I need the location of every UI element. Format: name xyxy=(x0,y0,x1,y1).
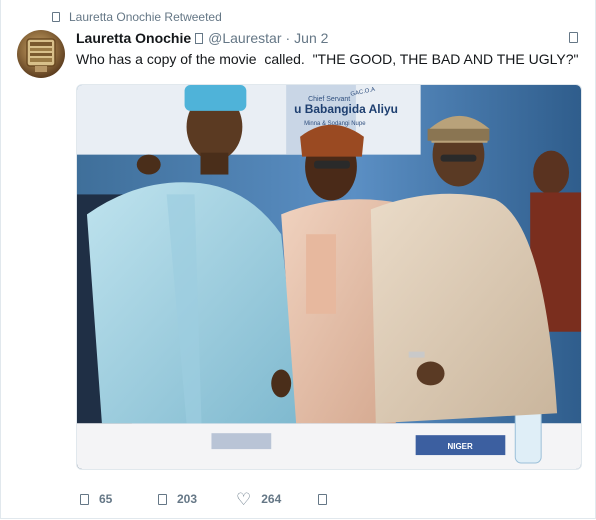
tweet-photo[interactable]: Chief Servant u Babangida Aliyu Minna & … xyxy=(76,84,582,470)
author-name[interactable]: Lauretta Onochie xyxy=(76,30,191,46)
like-button[interactable]: ♡ 264 xyxy=(236,491,318,508)
author-handle[interactable]: @Laurestar xyxy=(208,30,281,46)
reply-button[interactable]: 65 xyxy=(80,492,158,506)
verified-icon xyxy=(195,32,204,44)
retweet-icon xyxy=(52,12,60,22)
banner-text-2: u Babangida Aliyu xyxy=(294,102,398,116)
chevron-down-icon[interactable] xyxy=(569,32,578,43)
tweet-header: Lauretta Onochie @Laurestar · Jun 2 xyxy=(76,29,328,47)
reply-icon xyxy=(80,493,89,505)
message-icon xyxy=(318,493,327,505)
heart-icon: ♡ xyxy=(236,489,252,509)
retweet-context[interactable]: Lauretta Onochie Retweeted xyxy=(52,9,222,25)
direct-message-button[interactable] xyxy=(318,493,327,505)
retweet-label: Lauretta Onochie Retweeted xyxy=(69,10,222,24)
tweet-actions: 65 203 ♡ 264 xyxy=(80,490,327,508)
header-separator: · xyxy=(285,30,291,46)
retweet-icon xyxy=(158,493,167,505)
desk-sign: NIGER xyxy=(448,442,473,451)
retweet-button[interactable]: 203 xyxy=(158,492,236,506)
photo-scene: Chief Servant u Babangida Aliyu Minna & … xyxy=(77,85,581,469)
tweet-card[interactable]: Lauretta Onochie Retweeted Lauretta Onoc… xyxy=(0,0,596,519)
tweet-date[interactable]: Jun 2 xyxy=(294,30,328,46)
reply-count: 65 xyxy=(99,492,113,506)
avatar-image xyxy=(26,38,56,72)
avatar[interactable] xyxy=(17,30,65,78)
like-count: 264 xyxy=(261,492,282,506)
retweet-count: 203 xyxy=(177,492,198,506)
tweet-text: Who has a copy of the movie called. "THE… xyxy=(76,51,579,67)
